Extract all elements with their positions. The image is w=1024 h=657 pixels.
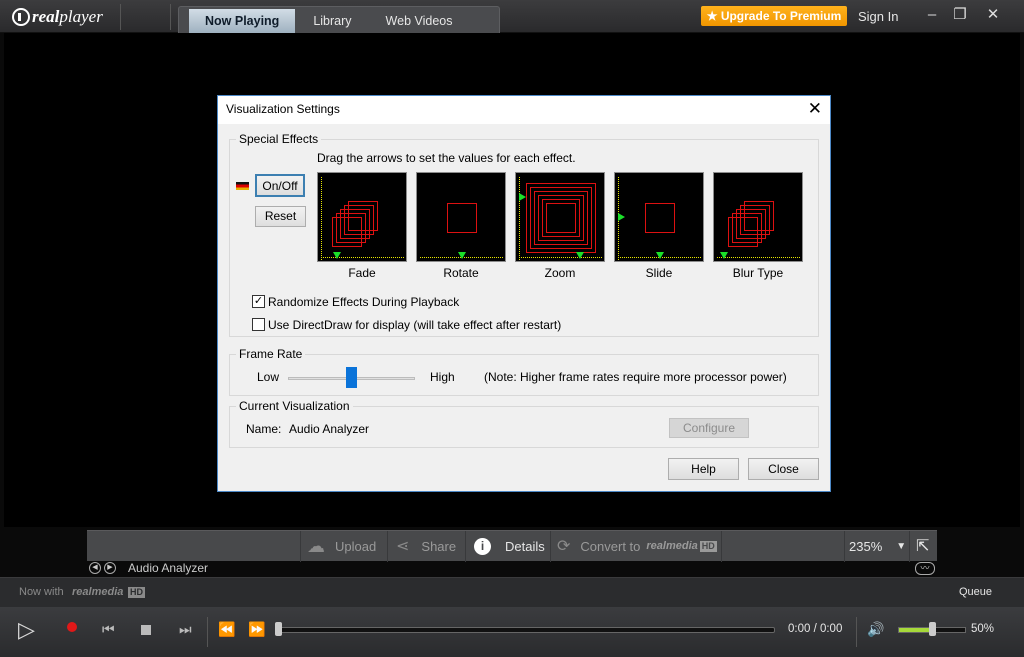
record-icon[interactable] [67, 622, 77, 632]
convert-button[interactable]: ⟳ Convert to realmedia HD [557, 531, 717, 562]
details-button[interactable]: i Details [474, 531, 545, 562]
visualization-settings-dialog: Visualization Settings ✕ Special Effects… [217, 95, 831, 492]
effects-instruction: Drag the arrows to set the values for ea… [317, 151, 576, 165]
realplayer-window: real player Now Playing Library Web Video… [0, 0, 1024, 657]
now-with-bar: Now with realmedia HD Queue [0, 577, 1024, 607]
share-button[interactable]: ⋖ Share [396, 531, 456, 562]
upgrade-button[interactable]: ★ Upgrade To Premium [701, 6, 847, 26]
frame-rate-slider-thumb[interactable] [346, 367, 357, 388]
randomize-label[interactable]: Randomize Effects During Playback [268, 295, 459, 309]
next-track-icon[interactable]: ⏭ [179, 621, 192, 638]
special-effects-group: Special Effects Drag the arrows to set t… [229, 132, 819, 337]
queue-button[interactable]: Queue [959, 586, 992, 598]
volume-fill [899, 628, 932, 632]
next-visualization-icon[interactable]: ▶ [104, 562, 116, 574]
track-name: Audio Analyzer [128, 561, 209, 575]
blur-type-label: Blur Type [732, 266, 784, 280]
zoom-dropdown[interactable]: 235% ▼ [849, 531, 906, 562]
info-icon: i [474, 538, 491, 555]
zoom-effect-panel[interactable] [515, 172, 605, 262]
close-button[interactable]: Close [748, 458, 819, 480]
on-off-button[interactable]: On/Off [255, 174, 305, 197]
configure-button[interactable]: Configure [669, 418, 749, 438]
previous-track-icon[interactable]: ⏮ [102, 621, 115, 638]
fade-label: Fade [348, 266, 376, 280]
dialog-title-bar: Visualization Settings ✕ [218, 96, 830, 124]
frame-rate-note: (Note: Higher frame rates require more p… [484, 370, 787, 384]
reset-button[interactable]: Reset [255, 206, 306, 227]
popout-icon[interactable]: ⇱ [916, 531, 929, 562]
zoom-arrow-handle[interactable] [576, 252, 584, 259]
logo-icon [12, 8, 30, 26]
tab-web-videos[interactable]: Web Videos [370, 9, 469, 33]
current-visualization-group: Current Visualization Name: Audio Analyz… [229, 399, 819, 448]
directdraw-checkbox[interactable] [252, 318, 265, 331]
rewind-icon[interactable]: ⏪ [218, 621, 235, 638]
blur-type-effect-panel[interactable] [713, 172, 803, 262]
zoom-vertical-arrow-handle[interactable] [519, 193, 526, 201]
divider [856, 617, 857, 647]
minimize-button[interactable]: – [921, 5, 943, 25]
tab-now-playing[interactable]: Now Playing [189, 9, 296, 33]
rotate-effect-panel[interactable] [416, 172, 506, 262]
upload-button[interactable]: ☁ Upload [307, 531, 376, 562]
divider [120, 4, 121, 30]
group-label: Frame Rate [236, 347, 306, 361]
fast-forward-icon[interactable]: ⏩ [248, 621, 265, 638]
tab-library[interactable]: Library [295, 9, 369, 33]
directdraw-label[interactable]: Use DirectDraw for display (will take ef… [268, 318, 561, 332]
seek-thumb[interactable] [275, 622, 282, 636]
chevron-down-icon: ▼ [896, 541, 907, 552]
dialog-close-icon[interactable]: ✕ [808, 100, 822, 118]
divider [207, 617, 208, 647]
blur-type-arrow-handle[interactable] [720, 252, 728, 259]
frame-rate-group: Frame Rate Low High (Note: Higher frame … [229, 347, 819, 396]
action-bar: ☁ Upload ⋖ Share i Details ⟳ Convert to … [87, 530, 937, 562]
volume-icon[interactable]: 🔊 [867, 621, 884, 638]
previous-visualization-icon[interactable]: ◀ [89, 562, 101, 574]
time-display: 0:00 / 0:00 [788, 623, 843, 635]
stop-icon[interactable] [141, 625, 151, 635]
rotate-label: Rotate [443, 266, 479, 280]
volume-thumb[interactable] [929, 622, 936, 636]
maximize-button[interactable]: ❐ [949, 5, 971, 25]
fade-arrow-handle[interactable] [333, 252, 341, 259]
realmedia-brand: realmedia [72, 586, 124, 598]
visualization-name: Audio Analyzer [289, 422, 370, 436]
help-button[interactable]: Help [668, 458, 739, 480]
volume-percent: 50% [971, 623, 995, 635]
flag-icon [236, 182, 249, 190]
play-icon[interactable]: ▷ [18, 617, 35, 643]
seek-bar[interactable] [278, 627, 775, 633]
slide-label: Slide [645, 266, 673, 280]
main-tabs: Now Playing Library Web Videos [178, 6, 500, 33]
slide-vertical-arrow-handle[interactable] [618, 213, 625, 221]
visualization-toggle-icon[interactable]: 〰 [915, 562, 935, 575]
dialog-title: Visualization Settings [226, 102, 340, 116]
star-icon: ★ [706, 9, 718, 23]
now-with-label: Now with [19, 586, 64, 598]
rotate-arrow-handle[interactable] [458, 252, 466, 259]
divider [170, 4, 171, 30]
cloud-upload-icon: ☁ [307, 536, 325, 556]
slide-arrow-handle[interactable] [656, 252, 664, 259]
group-label: Current Visualization [236, 399, 353, 413]
randomize-checkbox[interactable]: ✓ [252, 295, 265, 308]
realplayer-logo[interactable]: real player [12, 5, 103, 29]
slide-effect-panel[interactable] [614, 172, 704, 262]
share-icon: ⋖ [396, 538, 410, 555]
hd-badge: HD [128, 587, 145, 598]
group-label: Special Effects [236, 132, 322, 146]
name-label: Name: [246, 422, 282, 436]
title-bar: real player Now Playing Library Web Video… [0, 0, 1024, 33]
track-info-bar: ◀ ▶ Audio Analyzer 〰 [87, 561, 937, 576]
high-label: High [430, 370, 455, 384]
sign-in-link[interactable]: Sign In [858, 9, 898, 24]
convert-icon: ⟳ [557, 538, 571, 555]
zoom-label: Zoom [544, 266, 576, 280]
low-label: Low [257, 370, 280, 384]
fade-effect-panel[interactable] [317, 172, 407, 262]
close-window-button[interactable]: ✕ [982, 5, 1004, 25]
